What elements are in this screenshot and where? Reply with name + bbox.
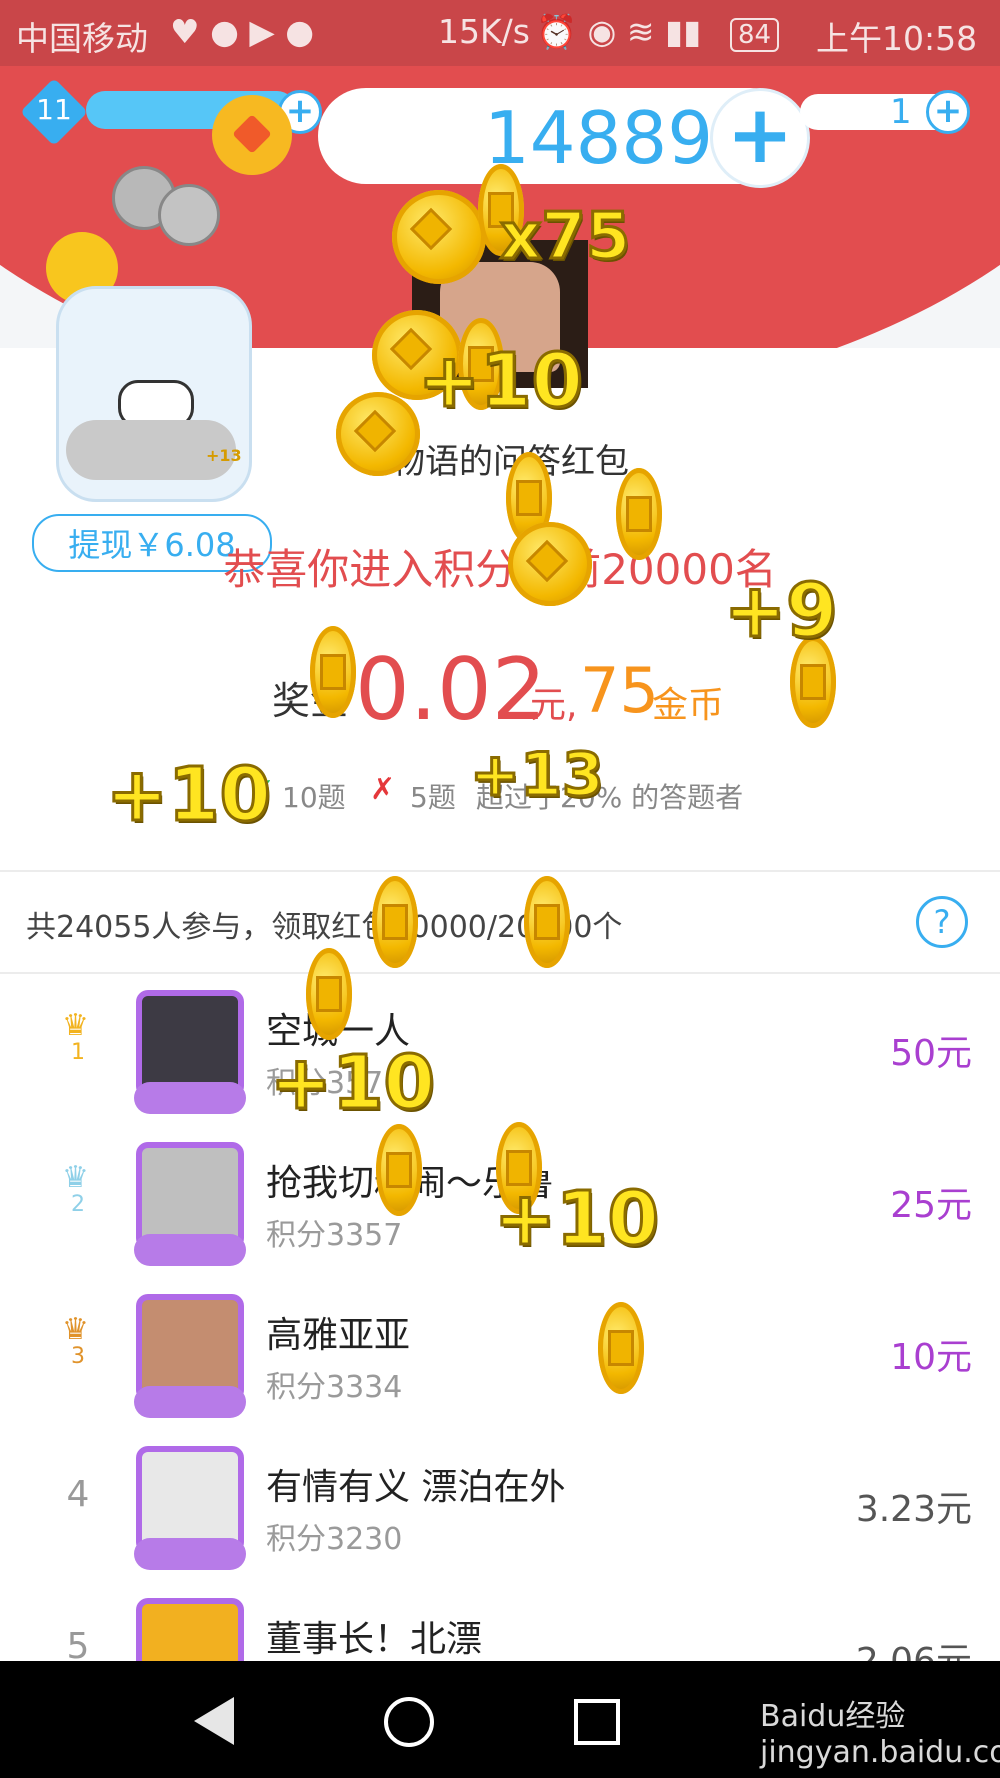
reward-unit: 元,: [530, 685, 578, 726]
prize-amount: 3.23元: [855, 1489, 972, 1530]
floating-bonus: +9: [723, 567, 839, 656]
cross-icon: ✗: [370, 772, 396, 807]
laurel-icon: [134, 1082, 246, 1114]
laurel-icon: [134, 1234, 246, 1266]
laurel-icon: [134, 1538, 246, 1570]
coin-icon: [392, 190, 486, 284]
recents-icon[interactable]: [574, 1699, 620, 1745]
wrong-count: 5题: [410, 781, 456, 814]
alarm-wifi-signal-icons: ⏰ ◉ ≋ ▮▮: [536, 12, 702, 51]
avatar[interactable]: [134, 990, 246, 1114]
rank-number: 2: [71, 1192, 85, 1217]
avatar[interactable]: [134, 1294, 246, 1418]
floating-bonus: +13: [469, 739, 606, 812]
player-score: 积分3357: [266, 1218, 403, 1253]
floating-bonus: +10: [105, 751, 273, 840]
piggy-plus-label: +13: [206, 446, 242, 465]
add-hearts-button[interactable]: +: [926, 90, 970, 134]
navigation-bar: Baidu经验 jingyan.baidu.com: [0, 1661, 1000, 1778]
rank-number: 4: [66, 1474, 90, 1515]
coin-icon: [376, 1124, 422, 1216]
home-icon[interactable]: [384, 1697, 434, 1747]
floating-bonus: +10: [269, 1039, 437, 1128]
leaderboard-row[interactable]: 4 有情有义 漂泊在外积分3230 3.23元: [0, 1430, 1000, 1584]
coin-icon: [310, 626, 356, 718]
silver-coin-icon: [158, 184, 220, 246]
leaderboard-row[interactable]: 1空城一人积分357050元♛: [0, 974, 1000, 1128]
prize-amount: 50元: [890, 1033, 972, 1074]
back-icon[interactable]: [194, 1697, 234, 1745]
rank-number: 3: [71, 1344, 85, 1369]
balance-amount: 14889: [484, 96, 714, 180]
crown-icon: ♛: [62, 1312, 89, 1347]
crown-icon: ♛: [62, 1160, 89, 1195]
reward-amount: 0.02: [355, 640, 547, 740]
prize-amount: 25元: [890, 1185, 972, 1226]
prize-amount: 10元: [890, 1337, 972, 1378]
avatar[interactable]: [134, 1142, 246, 1266]
level-number: 11: [36, 93, 72, 126]
multiplier-label: x75: [498, 199, 631, 276]
reward-coins-unit: 金币: [652, 685, 725, 726]
player-name: 有情有义 漂泊在外: [266, 1467, 566, 1508]
add-balance-button[interactable]: +: [710, 88, 810, 188]
player-name: 董事长！北漂: [266, 1619, 483, 1660]
leaderboard-row[interactable]: 3 高雅亚亚积分3334 10元 ♛: [0, 1278, 1000, 1432]
floating-bonus: +10: [417, 337, 585, 426]
network-speed: 15K/s: [438, 12, 530, 51]
coin-icon: [336, 392, 420, 476]
rank-number: 1: [71, 1040, 85, 1065]
congrats-text: 恭喜你进入积分榜前20000名: [223, 545, 777, 594]
help-icon[interactable]: ?: [916, 896, 968, 948]
status-bar: 中国移动 ♥ ● ▶ ● 15K/s ⏰ ◉ ≋ ▮▮ 84 上午10:58: [0, 0, 1000, 66]
avatar[interactable]: [134, 1446, 246, 1570]
crown-icon: ♛: [62, 1008, 89, 1043]
reward-coins: 75: [580, 654, 659, 727]
coin-icon: [616, 468, 662, 560]
clock: 上午10:58: [816, 19, 978, 58]
player-name: 高雅亚亚: [266, 1315, 411, 1356]
player-score: 积分3230: [266, 1522, 403, 1557]
coin-icon: [306, 948, 352, 1040]
hearts-count: 1: [890, 92, 912, 132]
player-score: 积分3334: [266, 1370, 403, 1405]
heart-icon: ♥ ● ▶ ●: [170, 12, 315, 51]
carrier-label: 中国移动: [16, 19, 148, 58]
watermark: Baidu经验 jingyan.baidu.com: [760, 1699, 1000, 1770]
laurel-icon: [134, 1386, 246, 1418]
correct-count: 10题: [282, 781, 346, 814]
floating-bonus: +10: [493, 1175, 661, 1264]
coin-icon: [524, 876, 570, 968]
battery-icon: 84: [730, 18, 780, 52]
coin-icon: [508, 522, 592, 606]
coin-icon: [598, 1302, 644, 1394]
coin-icon: [372, 876, 418, 968]
